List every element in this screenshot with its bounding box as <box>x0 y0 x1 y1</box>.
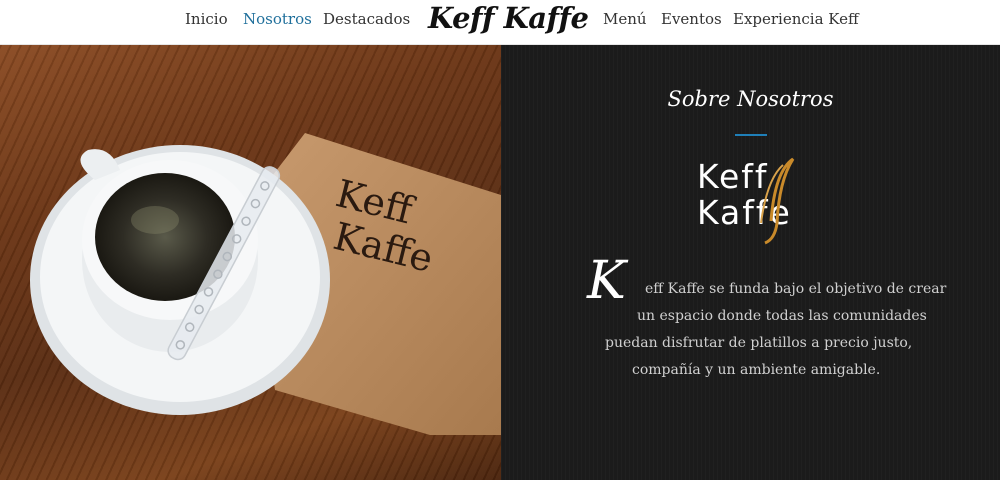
site-logo[interactable]: Keff Kaffe <box>428 1 589 35</box>
nav-link-experiencia-keff[interactable]: Experiencia Keff <box>733 10 859 28</box>
top-navigation: Inicio Nosotros Destacados Keff Kaffe Me… <box>0 0 1000 45</box>
nav-link-nosotros[interactable]: Nosotros <box>243 10 312 28</box>
coffee-photo: Keff Kaffe <box>0 45 501 480</box>
about-text-line-4: compañía y un ambiente amigable. <box>632 362 881 378</box>
logo-flourish-icon <box>760 157 795 245</box>
section-title: Sobre Nosotros <box>667 87 834 111</box>
nav-link-menu[interactable]: Menú <box>603 10 647 28</box>
title-divider <box>735 134 767 136</box>
about-logo: Keff Kaffe <box>693 151 813 251</box>
nav-link-eventos[interactable]: Eventos <box>661 10 722 28</box>
drop-cap-letter: K <box>587 251 626 311</box>
about-text-line-3: puedan disfrutar de platillos a precio j… <box>605 335 913 351</box>
nav-link-inicio[interactable]: Inicio <box>185 10 228 28</box>
nav-link-destacados[interactable]: Destacados <box>323 10 410 28</box>
about-text-line-2: un espacio donde todas las comunidades <box>637 308 927 324</box>
about-panel: Sobre Nosotros Keff Kaffe K eff Kaffe se… <box>501 45 1000 480</box>
about-text-line-1: eff Kaffe se funda bajo el objetivo de c… <box>645 281 947 297</box>
